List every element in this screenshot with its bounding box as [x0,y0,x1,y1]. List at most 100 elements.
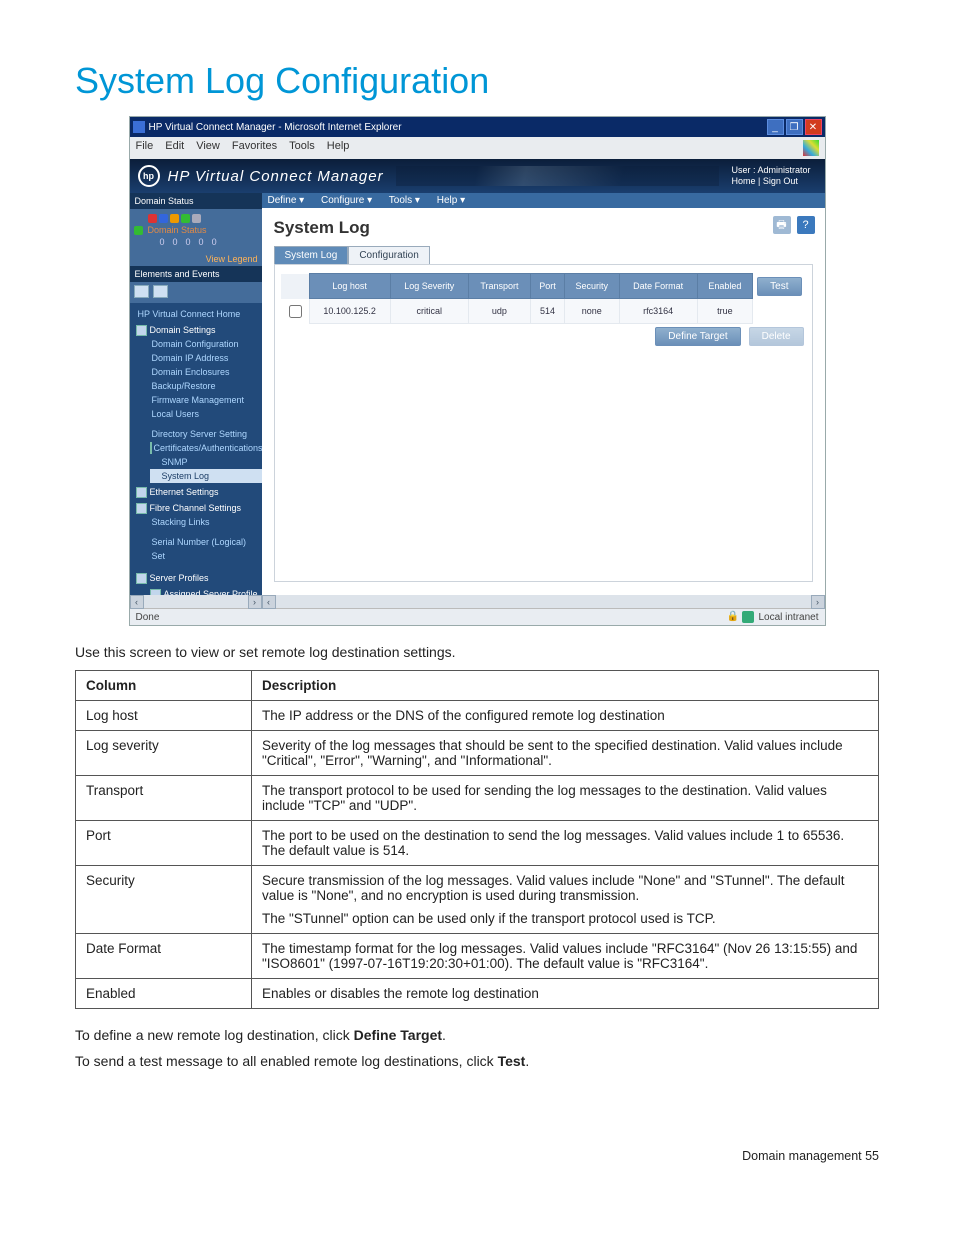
domain-status-header: Domain Status [130,193,262,209]
menu-view[interactable]: View [196,140,220,156]
nav-dirserv[interactable]: Directory Server Setting [150,427,262,441]
lock-icon [726,611,736,623]
status-count-3: 0 [199,237,204,247]
sidebar-scrollbar[interactable]: ‹› [130,595,262,608]
app-title: HP Virtual Connect Manager [168,168,384,185]
home-signout[interactable]: Home | Sign Out [731,176,810,187]
nav-firmware[interactable]: Firmware Management [150,393,262,407]
help-icon[interactable]: ? [797,216,815,234]
nav-domain-config[interactable]: Domain Configuration [150,337,262,351]
cell-port: 514 [531,299,565,324]
nav-home[interactable]: HP Virtual Connect Home [136,307,262,321]
tab-configuration[interactable]: Configuration [348,246,429,264]
delete-button[interactable]: Delete [749,327,804,346]
window-titlebar: HP Virtual Connect Manager - Microsoft I… [130,117,825,137]
content-scrollbar[interactable]: ‹› [262,595,825,608]
menu-tools-app[interactable]: Tools ▾ [389,195,420,206]
cell-transport: udp [468,299,530,324]
th-description: Description [252,671,879,701]
nav-ethernet[interactable]: Ethernet Settings [136,485,262,499]
col-desc: Severity of the log messages that should… [252,731,879,776]
th-dateformat: Date Format [619,274,697,299]
app-window: HP Virtual Connect Manager - Microsoft I… [129,116,826,626]
nav-domain-ip[interactable]: Domain IP Address [150,351,262,365]
status-ok-icon [181,214,190,223]
menu-edit[interactable]: Edit [165,140,184,156]
nav-stacking[interactable]: Stacking Links [150,515,262,529]
th-severity: Log Severity [390,274,468,299]
minimize-button[interactable]: _ [767,119,784,135]
nav-syslog[interactable]: System Log [150,469,262,483]
status-count-0: 0 [160,237,165,247]
elements-header: Elements and Events [130,266,262,282]
cell-loghost: 10.100.125.2 [309,299,390,324]
nav-backup[interactable]: Backup/Restore [150,379,262,393]
page-title: System Log Configuration [75,60,879,102]
nav-domain-enc[interactable]: Domain Enclosures [150,365,262,379]
nav-assigned[interactable]: Assigned Server Profile [150,587,262,595]
cell-enabled: true [697,299,753,324]
table-row[interactable]: 10.100.125.2 critical udp 514 none rfc31… [281,299,806,324]
tab-systemlog[interactable]: System Log [274,246,349,264]
th-security: Security [564,274,619,299]
cell-security: none [564,299,619,324]
nav-certs[interactable]: Certificates/Authentications [152,443,262,453]
status-info-icon [159,214,168,223]
status-count-4: 0 [212,237,217,247]
maximize-button[interactable]: ❐ [786,119,803,135]
col-desc: The transport protocol to be used for se… [252,776,879,821]
nav-server-profiles[interactable]: Server Profiles [136,571,262,585]
menu-file[interactable]: File [136,140,154,156]
status-count-2: 0 [186,237,191,247]
test-instruction: To send a test message to all enabled re… [75,1053,879,1069]
status-zone: Local intranet [758,612,818,623]
nav-tree: HP Virtual Connect Home Domain Settings … [130,303,262,595]
table-row: Log hostThe IP address or the DNS of the… [76,701,879,731]
th-column: Column [76,671,252,701]
tree-toggle-1[interactable] [134,285,149,298]
status-unknown-icon [192,214,201,223]
page-footer: Domain management 55 [75,1149,879,1163]
ie-icon [133,121,145,133]
menu-configure[interactable]: Configure ▾ [321,195,372,206]
menu-help-app[interactable]: Help ▾ [437,195,465,206]
menu-define[interactable]: Define ▾ [268,195,305,206]
status-critical-icon [148,214,157,223]
menu-help[interactable]: Help [327,140,350,156]
view-legend-link[interactable]: View Legend [206,254,258,264]
app-banner: hp HP Virtual Connect Manager User : Adm… [130,159,825,193]
col-name: Date Format [76,934,252,979]
test-button[interactable]: Test [757,277,801,296]
table-row: EnabledEnables or disables the remote lo… [76,979,879,1009]
status-done: Done [136,612,160,623]
table-row: SecuritySecure transmission of the log m… [76,866,879,934]
status-warning-icon [170,214,179,223]
tree-toggle-2[interactable] [153,285,168,298]
nav-domain-settings[interactable]: Domain Settings [136,323,262,337]
col-desc: The IP address or the DNS of the configu… [252,701,879,731]
table-row: PortThe port to be used on the destinati… [76,821,879,866]
print-icon[interactable]: 🖶 [773,216,791,234]
ie-statusbar: Done Local intranet [130,608,825,625]
th-enabled: Enabled [697,274,753,299]
nav-snmp[interactable]: SNMP [150,455,262,469]
col-desc: The port to be used on the destination t… [252,821,879,866]
menu-favorites[interactable]: Favorites [232,140,277,156]
define-instruction: To define a new remote log destination, … [75,1027,879,1043]
nav-fibre[interactable]: Fibre Channel Settings [136,501,262,515]
hp-logo-icon: hp [138,165,160,187]
nav-serial[interactable]: Serial Number (Logical) Set [150,535,262,563]
domain-status-label: Domain Status [148,225,207,235]
intranet-icon [742,611,754,623]
nav-local-users[interactable]: Local Users [150,407,262,421]
row-checkbox[interactable] [289,305,302,318]
table-row: Date FormatThe timestamp format for the … [76,934,879,979]
ie-menubar: File Edit View Favorites Tools Help [130,137,825,159]
col-name: Security [76,866,252,934]
log-table: Log host Log Severity Transport Port Sec… [281,273,806,324]
menu-tools[interactable]: Tools [289,140,315,156]
overall-status-icon [134,226,143,235]
col-desc: Enables or disables the remote log desti… [252,979,879,1009]
define-target-button[interactable]: Define Target [655,327,740,346]
close-button[interactable]: ✕ [805,119,822,135]
